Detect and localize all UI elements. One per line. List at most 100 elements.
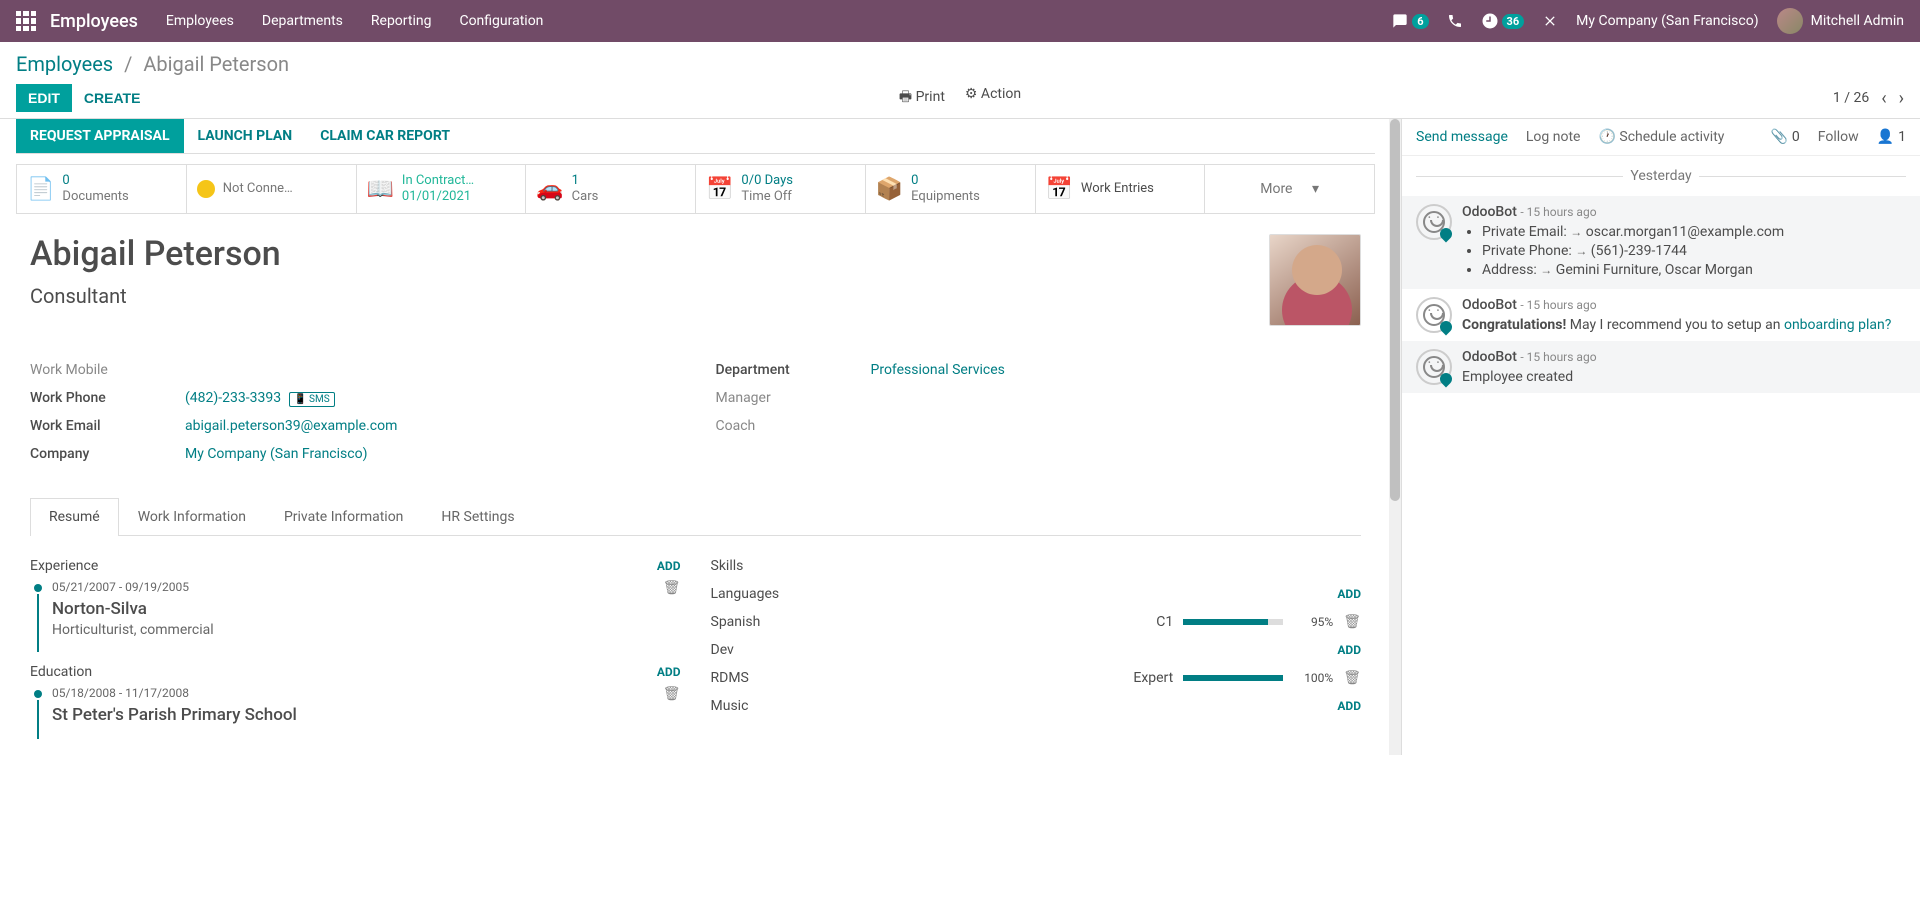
company-value[interactable]: My Company (San Francisco): [185, 446, 367, 462]
user-menu[interactable]: Mitchell Admin: [1777, 8, 1904, 34]
message-item: OdooBot - 15 hours ago Congratulations! …: [1402, 289, 1920, 341]
stat-timeoff[interactable]: 📅 0/0 DaysTime Off: [696, 165, 866, 213]
breadcrumb: Employees / Abigail Peterson: [16, 52, 1904, 76]
breadcrumb-root[interactable]: Employees: [16, 52, 113, 76]
user-avatar: [1777, 8, 1803, 34]
paperclip-icon: 📎: [1770, 129, 1787, 145]
print-button[interactable]: 🖶 Print: [899, 86, 945, 110]
add-education-button[interactable]: ADD: [657, 665, 681, 679]
stat-cars[interactable]: 🚗 1Cars: [526, 165, 696, 213]
clock-icon: 🕐: [1598, 129, 1615, 145]
add-dev-button[interactable]: ADD: [1337, 643, 1361, 657]
pager-text[interactable]: 1 / 26: [1833, 90, 1869, 106]
stat-contract[interactable]: 📖 In Contract…01/01/2021: [357, 165, 527, 213]
activities-badge: 36: [1502, 14, 1525, 29]
cubes-icon: 📦: [876, 177, 903, 202]
nav-employees[interactable]: Employees: [166, 13, 234, 29]
stat-documents[interactable]: 📄 0Documents: [17, 165, 187, 213]
send-message-button[interactable]: Send message: [1416, 129, 1508, 145]
skill-row[interactable]: Spanish C1 95% 🗑: [711, 608, 1362, 636]
add-experience-button[interactable]: ADD: [657, 559, 681, 573]
tab-work-info[interactable]: Work Information: [119, 498, 265, 535]
messages-badge: 6: [1412, 14, 1428, 29]
edit-button[interactable]: EDIT: [16, 84, 72, 112]
employee-name: Abigail Peterson: [30, 234, 281, 274]
phone-icon[interactable]: [1447, 13, 1463, 29]
department-value[interactable]: Professional Services: [871, 362, 1005, 378]
company-switcher[interactable]: My Company (San Francisco): [1576, 13, 1758, 29]
department-label: Department: [716, 362, 871, 378]
coach-label: Coach: [716, 418, 871, 434]
education-item[interactable]: 🗑 05/18/2008 - 11/17/2008 St Peter's Par…: [30, 686, 681, 725]
bot-avatar: [1416, 349, 1452, 385]
onboarding-plan-link[interactable]: onboarding plan?: [1784, 317, 1891, 333]
apps-icon[interactable]: [16, 11, 36, 31]
presence-icon: [197, 180, 215, 198]
message-item: OdooBot - 15 hours ago Employee created: [1402, 341, 1920, 393]
car-icon: 🚗: [536, 177, 563, 202]
company-label: Company: [30, 446, 185, 462]
launch-plan-button[interactable]: LAUNCH PLAN: [184, 119, 307, 153]
app-brand[interactable]: Employees: [50, 11, 138, 32]
music-header: Music: [711, 698, 749, 714]
debug-icon[interactable]: [1542, 13, 1558, 29]
add-language-button[interactable]: ADD: [1337, 587, 1361, 601]
pager-next[interactable]: ›: [1899, 88, 1904, 109]
action-button[interactable]: ⚙ Action: [965, 86, 1021, 110]
tab-hr-settings[interactable]: HR Settings: [422, 498, 533, 535]
work-email-value[interactable]: abigail.peterson39@example.com: [185, 418, 397, 434]
attachments-button[interactable]: 📎0: [1770, 129, 1799, 145]
message-item: OdooBot - 15 hours ago Private Email: → …: [1402, 196, 1920, 289]
stat-more[interactable]: More ▾: [1205, 165, 1374, 213]
delete-icon[interactable]: 🗑: [663, 580, 681, 596]
claim-car-report-button[interactable]: CLAIM CAR REPORT: [306, 119, 464, 153]
delete-icon[interactable]: 🗑: [1343, 614, 1361, 630]
employee-photo[interactable]: [1269, 234, 1361, 326]
skills-header: Skills: [711, 558, 744, 574]
person-icon: 👤: [1877, 129, 1894, 145]
work-phone-value[interactable]: (482)-233-3393: [185, 390, 281, 406]
bot-avatar: [1416, 297, 1452, 333]
request-appraisal-button[interactable]: REQUEST APPRAISAL: [16, 119, 184, 153]
sms-button[interactable]: 📱 SMS: [289, 392, 335, 407]
arrow-right-icon: →: [1575, 244, 1587, 258]
work-email-label: Work Email: [30, 418, 185, 434]
user-name: Mitchell Admin: [1811, 13, 1904, 29]
messages-icon[interactable]: 6: [1391, 13, 1428, 29]
create-button[interactable]: CREATE: [72, 84, 153, 112]
dev-header: Dev: [711, 642, 734, 658]
delete-icon[interactable]: 🗑: [663, 686, 681, 702]
nav-configuration[interactable]: Configuration: [459, 13, 543, 29]
skill-row[interactable]: RDMS Expert 100% 🗑: [711, 664, 1362, 692]
experience-item[interactable]: 🗑 05/21/2007 - 09/19/2005 Norton-Silva H…: [30, 580, 681, 638]
nav-departments[interactable]: Departments: [262, 13, 343, 29]
schedule-activity-button[interactable]: 🕐 Schedule activity: [1598, 129, 1724, 145]
stat-work-entries[interactable]: 📅 Work Entries: [1036, 165, 1206, 213]
languages-header: Languages: [711, 586, 780, 602]
arrow-right-icon: →: [1570, 225, 1582, 239]
breadcrumb-current: Abigail Peterson: [143, 52, 289, 76]
experience-header: Experience: [30, 558, 98, 574]
chevron-down-icon: ▾: [1312, 181, 1319, 197]
delete-icon[interactable]: 🗑: [1343, 670, 1361, 686]
add-music-button[interactable]: ADD: [1337, 699, 1361, 713]
follow-button[interactable]: Follow: [1818, 129, 1859, 145]
activities-icon[interactable]: 36: [1481, 12, 1525, 30]
pager-prev[interactable]: ‹: [1881, 88, 1886, 109]
stat-presence[interactable]: Not Conne…: [187, 165, 357, 213]
tab-resume[interactable]: Resumé: [30, 498, 119, 536]
scrollbar[interactable]: [1389, 119, 1401, 755]
arrow-right-icon: →: [1540, 263, 1552, 277]
manager-label: Manager: [716, 390, 871, 406]
stat-equipments[interactable]: 📦 0Equipments: [866, 165, 1036, 213]
calendar-icon: 📅: [1046, 177, 1073, 202]
log-note-button[interactable]: Log note: [1526, 129, 1581, 145]
followers-button[interactable]: 👤1: [1877, 129, 1906, 145]
nav-reporting[interactable]: Reporting: [371, 13, 432, 29]
bot-avatar: [1416, 204, 1452, 240]
employee-title: Consultant: [30, 284, 281, 308]
document-icon: 📄: [27, 177, 54, 202]
tab-private-info[interactable]: Private Information: [265, 498, 422, 535]
book-icon: 📖: [367, 177, 394, 202]
work-phone-label: Work Phone: [30, 390, 185, 406]
